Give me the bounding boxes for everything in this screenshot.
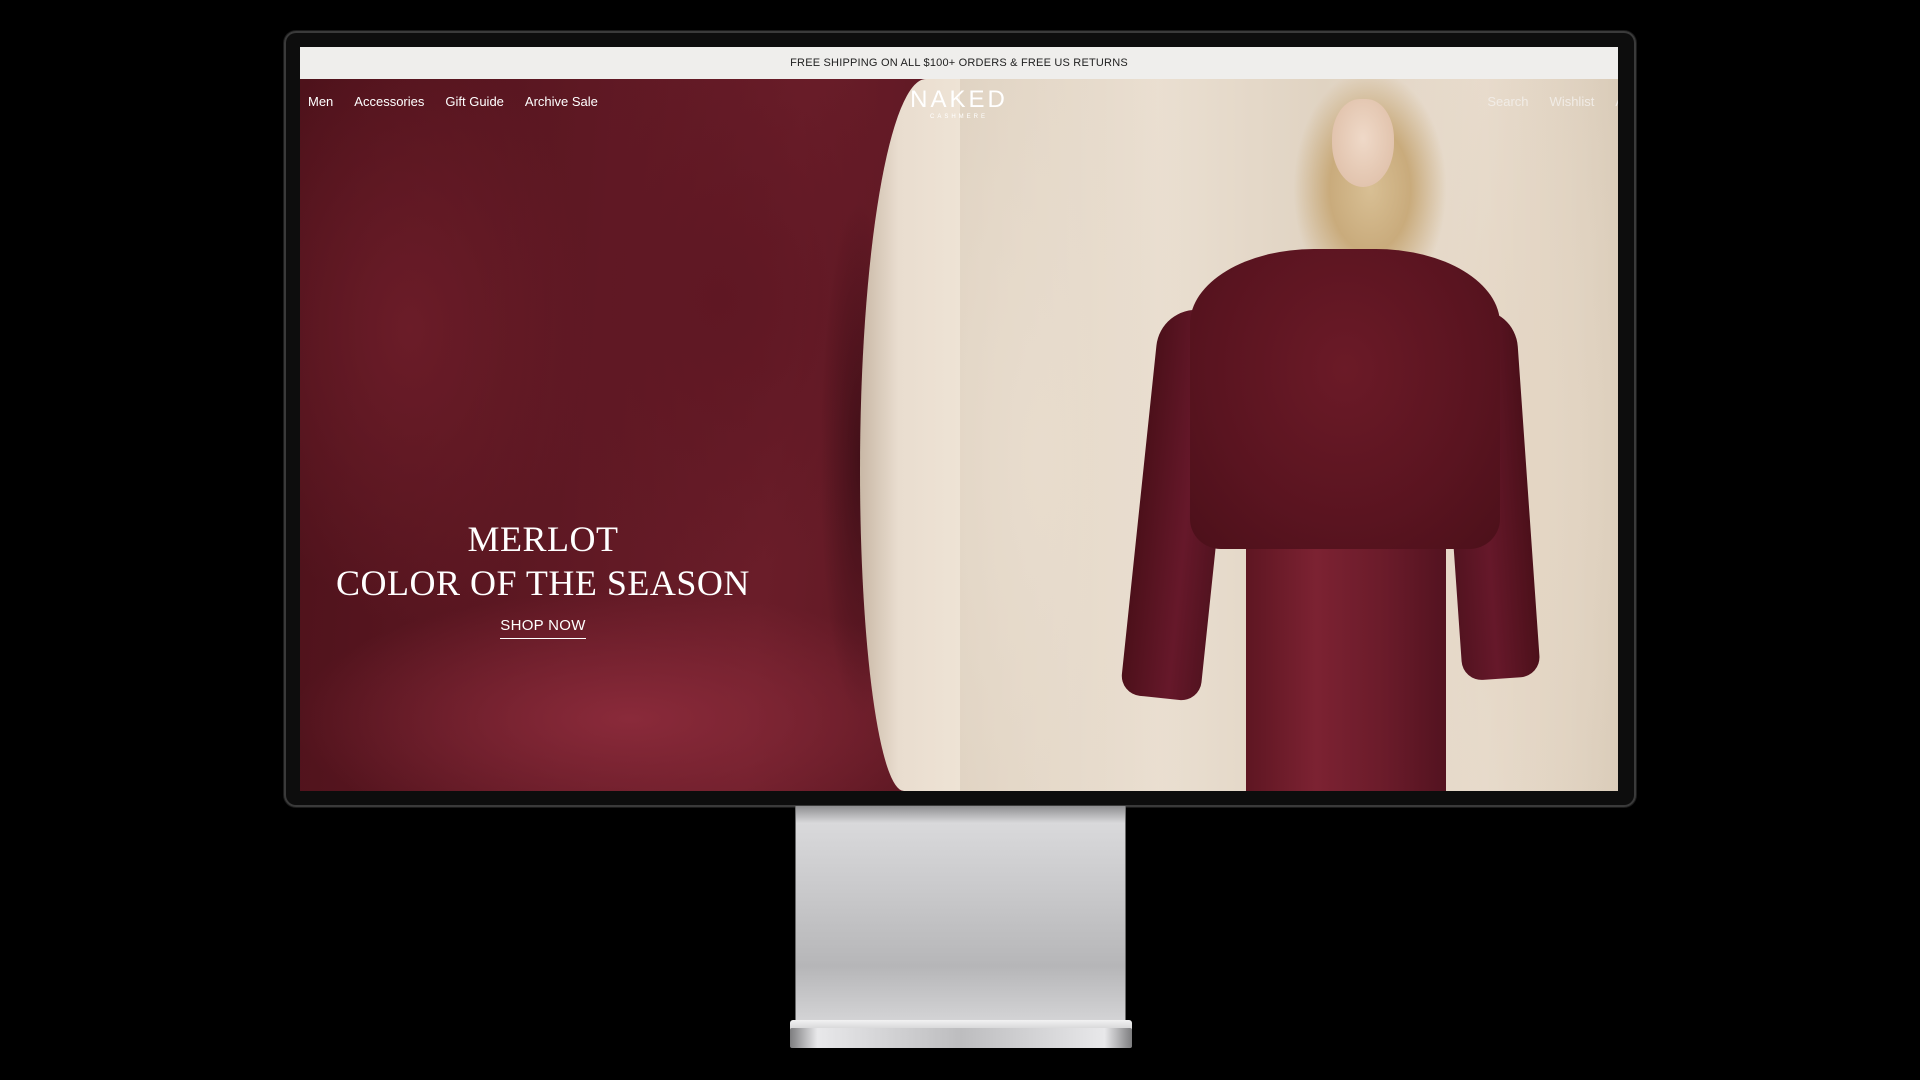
nav-link-account[interactable]: A	[1615, 94, 1618, 109]
cream-backdrop	[860, 79, 960, 791]
promo-bar: FREE SHIPPING ON ALL $100+ ORDERS & FREE…	[300, 47, 1618, 79]
logo-subtitle: CASHMERE	[929, 114, 988, 120]
model-skirt	[1246, 529, 1446, 791]
hero-title-line-2: COLOR OF THE SEASON	[336, 563, 750, 603]
nav-left: Men Accessories Gift Guide Archive Sale	[308, 94, 598, 109]
monitor: FREE SHIPPING ON ALL $100+ ORDERS & FREE…	[286, 33, 1634, 805]
nav-link-search[interactable]: Search	[1487, 94, 1528, 109]
brand-logo[interactable]: NAKED CASHMERE	[897, 87, 1021, 121]
model-sweater	[1190, 249, 1500, 549]
promo-text: FREE SHIPPING ON ALL $100+ ORDERS & FREE…	[790, 57, 1128, 69]
nav-link-men[interactable]: Men	[308, 94, 333, 109]
hero-title-line-1: MERLOT	[467, 519, 619, 559]
main-nav: Men Accessories Gift Guide Archive Sale …	[300, 79, 1618, 129]
nav-link-accessories[interactable]: Accessories	[354, 94, 424, 109]
monitor-stand-base	[790, 1028, 1132, 1048]
nav-right: Search Wishlist A	[1487, 94, 1618, 109]
shop-now-link[interactable]: SHOP NOW	[500, 617, 586, 639]
hero-image-left	[300, 79, 960, 791]
hero-copy: MERLOT COLOR OF THE SEASON SHOP NOW	[330, 517, 756, 639]
nav-link-wishlist[interactable]: Wishlist	[1550, 94, 1595, 109]
browser-screen: FREE SHIPPING ON ALL $100+ ORDERS & FREE…	[300, 47, 1618, 791]
logo-wordmark: NAKED	[910, 86, 1008, 113]
nav-link-gift-guide[interactable]: Gift Guide	[445, 94, 504, 109]
hero-banner[interactable]: MERLOT COLOR OF THE SEASON SHOP NOW	[300, 79, 1618, 791]
nav-link-archive-sale[interactable]: Archive Sale	[525, 94, 598, 109]
stage: FREE SHIPPING ON ALL $100+ ORDERS & FREE…	[0, 0, 1920, 1080]
monitor-stand-neck	[795, 806, 1126, 1020]
hero-image-right	[960, 79, 1618, 791]
